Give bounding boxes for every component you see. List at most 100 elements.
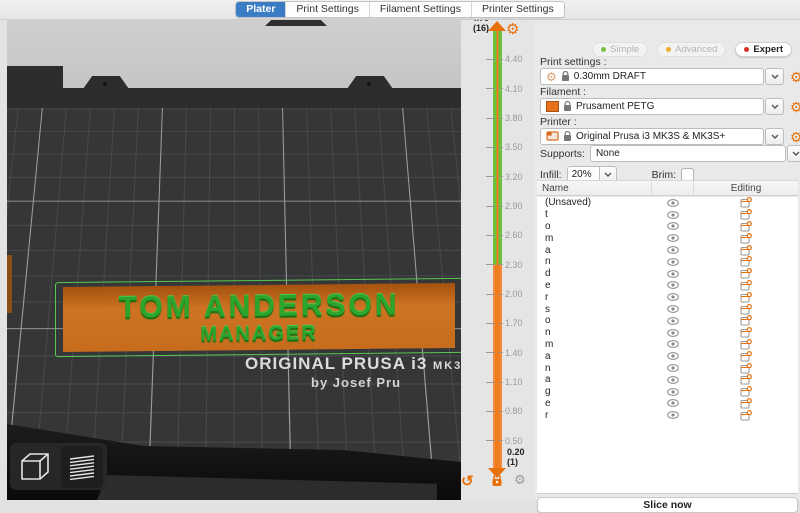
eye-icon[interactable] xyxy=(667,234,679,243)
eye-icon[interactable] xyxy=(667,293,679,302)
visibility-cell[interactable] xyxy=(652,364,694,372)
filament-gear-button[interactable]: ⚙ xyxy=(790,100,800,114)
visibility-cell[interactable] xyxy=(652,269,694,278)
slice-now-button[interactable]: Slice now xyxy=(537,497,798,513)
visibility-cell[interactable] xyxy=(652,387,694,396)
eye-icon[interactable] xyxy=(667,316,679,325)
object-row[interactable]: n xyxy=(537,256,798,268)
edit-icon[interactable] xyxy=(740,232,752,244)
object-name[interactable]: m xyxy=(537,339,652,350)
object-row[interactable]: e xyxy=(537,280,798,292)
mode-simple-button[interactable]: Simple xyxy=(592,42,649,57)
edit-icon[interactable] xyxy=(740,374,752,385)
filament-combo[interactable]: Prusament PETG xyxy=(540,98,764,115)
visibility-cell[interactable] xyxy=(652,210,694,219)
eye-icon[interactable] xyxy=(667,411,679,420)
editing-cell[interactable] xyxy=(694,374,798,385)
eye-icon[interactable] xyxy=(667,375,679,384)
object-row[interactable]: r xyxy=(537,409,798,421)
tab-print-settings[interactable]: Print Settings xyxy=(286,2,370,17)
editing-cell[interactable] xyxy=(694,209,798,220)
supports-combo[interactable]: None xyxy=(589,145,786,162)
visibility-cell[interactable] xyxy=(652,198,694,207)
object-row[interactable]: a xyxy=(537,244,798,256)
object-row[interactable]: t xyxy=(537,209,798,221)
object-row[interactable]: o xyxy=(537,221,798,233)
print-settings-gear-button[interactable]: ⚙ xyxy=(790,70,800,84)
editing-cell[interactable] xyxy=(694,268,798,279)
object-row[interactable]: e xyxy=(537,398,798,410)
object-name[interactable]: r xyxy=(537,410,652,421)
eye-icon[interactable] xyxy=(667,281,679,290)
column-visibility[interactable] xyxy=(652,181,694,195)
visibility-cell[interactable] xyxy=(652,281,694,290)
edit-icon[interactable] xyxy=(740,362,752,374)
eye-icon[interactable] xyxy=(667,305,679,313)
editing-cell[interactable] xyxy=(694,350,798,362)
editing-cell[interactable] xyxy=(694,197,798,208)
printer-combo[interactable]: Original Prusa i3 MK3S & MK3S+ xyxy=(540,128,764,145)
object-row[interactable]: s xyxy=(537,303,798,315)
edit-icon[interactable] xyxy=(740,244,752,256)
edit-icon[interactable] xyxy=(740,350,752,362)
eye-icon[interactable] xyxy=(667,210,679,219)
visibility-cell[interactable] xyxy=(652,316,694,325)
object-name[interactable]: o xyxy=(537,221,652,232)
editing-cell[interactable] xyxy=(694,409,798,421)
visibility-cell[interactable] xyxy=(652,328,694,337)
object-row[interactable]: r xyxy=(537,291,798,303)
edit-icon[interactable] xyxy=(740,303,752,315)
preview-view-button[interactable] xyxy=(60,445,103,488)
object-name[interactable]: t xyxy=(537,209,652,220)
tab-filament-settings[interactable]: Filament Settings xyxy=(369,2,472,17)
editing-cell[interactable] xyxy=(694,232,798,244)
eye-icon[interactable] xyxy=(667,222,679,231)
edit-icon[interactable] xyxy=(740,209,752,220)
edit-icon[interactable] xyxy=(740,279,752,291)
supports-dropdown-button[interactable] xyxy=(786,145,800,162)
object-row[interactable]: o xyxy=(537,315,798,327)
editor-view-button[interactable] xyxy=(14,446,56,488)
edit-icon[interactable] xyxy=(740,291,752,303)
eye-icon[interactable] xyxy=(667,387,679,396)
object-name[interactable]: a xyxy=(537,374,652,385)
editing-cell[interactable] xyxy=(694,338,798,350)
tab-printer-settings[interactable]: Printer Settings xyxy=(471,2,564,17)
visibility-cell[interactable] xyxy=(652,234,694,243)
object-name[interactable]: m xyxy=(537,233,652,244)
object-row[interactable]: a xyxy=(537,350,798,362)
object-name[interactable]: o xyxy=(537,315,652,326)
slider-upper-thumb[interactable] xyxy=(488,21,506,31)
column-name[interactable]: Name xyxy=(537,181,652,195)
edit-icon[interactable] xyxy=(740,315,752,326)
print-settings-dropdown-button[interactable] xyxy=(765,68,784,85)
object-name[interactable]: s xyxy=(537,304,652,315)
editing-cell[interactable] xyxy=(694,279,798,291)
editing-cell[interactable] xyxy=(694,303,798,315)
visibility-cell[interactable] xyxy=(652,305,694,313)
eye-icon[interactable] xyxy=(667,364,679,372)
visibility-cell[interactable] xyxy=(652,411,694,420)
visibility-cell[interactable] xyxy=(652,340,694,349)
object-name[interactable]: e xyxy=(537,280,652,291)
object-name[interactable]: a xyxy=(537,245,652,256)
object-row[interactable]: n xyxy=(537,327,798,339)
3d-viewport[interactable]: TOM ANDERSON MANAGER ORIGINAL PRUSA i3 M… xyxy=(7,20,461,500)
edit-icon[interactable] xyxy=(740,256,752,267)
undo-color-change-icon[interactable]: ↺ xyxy=(461,472,474,490)
edit-icon[interactable] xyxy=(740,338,752,350)
visibility-cell[interactable] xyxy=(652,246,694,254)
editing-cell[interactable] xyxy=(694,256,798,267)
tab-plater[interactable]: Plater xyxy=(236,2,287,17)
editing-cell[interactable] xyxy=(694,291,798,303)
eye-icon[interactable] xyxy=(667,340,679,349)
object-row[interactable]: g xyxy=(537,386,798,398)
edit-icon[interactable] xyxy=(740,220,752,232)
object-row[interactable]: m xyxy=(537,232,798,244)
eye-icon[interactable] xyxy=(667,328,679,337)
object-name[interactable]: r xyxy=(537,292,652,303)
object-name[interactable]: a xyxy=(537,351,652,362)
editing-cell[interactable] xyxy=(694,315,798,326)
editing-cell[interactable] xyxy=(694,362,798,374)
visibility-cell[interactable] xyxy=(652,399,694,408)
